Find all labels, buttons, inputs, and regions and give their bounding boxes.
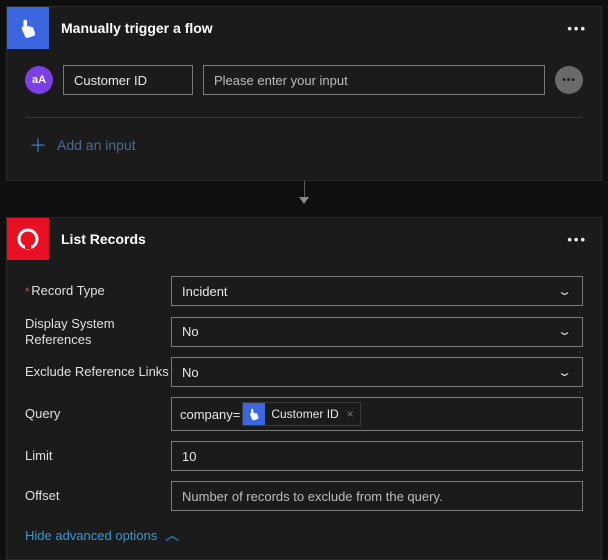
trigger-input-row: aA •••	[25, 65, 583, 95]
exclude-ref-links-value: No	[182, 365, 199, 380]
token-label: Customer ID	[271, 407, 338, 421]
exclude-ref-links-label: Exclude Reference Links	[25, 364, 171, 380]
action-header[interactable]: List Records •••	[7, 218, 601, 260]
plus-icon: ＋	[29, 132, 47, 158]
servicenow-icon	[7, 218, 49, 260]
trigger-more-button[interactable]: •••	[563, 21, 591, 36]
display-system-refs-select[interactable]: No ⌄	[171, 317, 583, 347]
action-card: List Records ••• *Record Type Incident ⌄…	[6, 217, 602, 560]
manual-trigger-icon	[243, 403, 265, 425]
token-remove-icon[interactable]: ×	[347, 407, 354, 421]
exclude-ref-links-select[interactable]: No ⌄	[171, 357, 583, 387]
offset-input-wrapper	[171, 481, 583, 511]
trigger-card: Manually trigger a flow ••• aA ••• ＋ Add…	[6, 6, 602, 181]
record-type-value: Incident	[182, 284, 228, 299]
trigger-body: aA ••• ＋ Add an input	[7, 49, 601, 180]
chevron-down-icon: ⌄	[557, 366, 572, 379]
field-exclude-ref-links: Exclude Reference Links No ⌄	[25, 357, 583, 387]
action-more-button[interactable]: •••	[563, 232, 591, 247]
chevron-down-icon: ⌄	[557, 285, 572, 298]
input-value-field[interactable]	[203, 65, 545, 95]
field-display-system-refs: Display System References No ⌄	[25, 316, 583, 347]
limit-label: Limit	[25, 448, 171, 464]
limit-input[interactable]	[182, 449, 572, 464]
connector-arrow	[6, 181, 602, 217]
action-body: *Record Type Incident ⌄ Display System R…	[7, 260, 601, 559]
query-label: Query	[25, 406, 171, 422]
hide-advanced-options-button[interactable]: Hide advanced options ︿	[25, 525, 583, 545]
record-type-label: *Record Type	[25, 283, 171, 299]
field-query: Query company= Customer ID ×	[25, 397, 583, 431]
trigger-header[interactable]: Manually trigger a flow •••	[7, 7, 601, 49]
input-name-field[interactable]	[63, 65, 193, 95]
trigger-title: Manually trigger a flow	[61, 20, 563, 36]
offset-label: Offset	[25, 488, 171, 504]
query-prefix-text: company=	[180, 407, 240, 422]
action-title: List Records	[61, 231, 563, 247]
field-record-type: *Record Type Incident ⌄	[25, 276, 583, 306]
record-type-select[interactable]: Incident ⌄	[171, 276, 583, 306]
query-input[interactable]: company= Customer ID ×	[171, 397, 583, 431]
text-type-icon: aA	[25, 66, 53, 94]
hide-advanced-label: Hide advanced options	[25, 528, 157, 543]
limit-input-wrapper	[171, 441, 583, 471]
display-system-refs-label: Display System References	[25, 316, 171, 347]
add-input-button[interactable]: ＋ Add an input	[25, 118, 583, 168]
chevron-up-icon: ︿	[165, 525, 179, 545]
chevron-down-icon: ⌄	[557, 325, 572, 338]
dynamic-token-customer-id[interactable]: Customer ID ×	[242, 402, 360, 426]
manual-trigger-icon	[7, 7, 49, 49]
input-options-button[interactable]: •••	[555, 66, 583, 94]
add-input-label: Add an input	[57, 137, 136, 153]
field-offset: Offset	[25, 481, 583, 511]
offset-input[interactable]	[182, 489, 572, 504]
field-limit: Limit	[25, 441, 583, 471]
display-system-refs-value: No	[182, 324, 199, 339]
